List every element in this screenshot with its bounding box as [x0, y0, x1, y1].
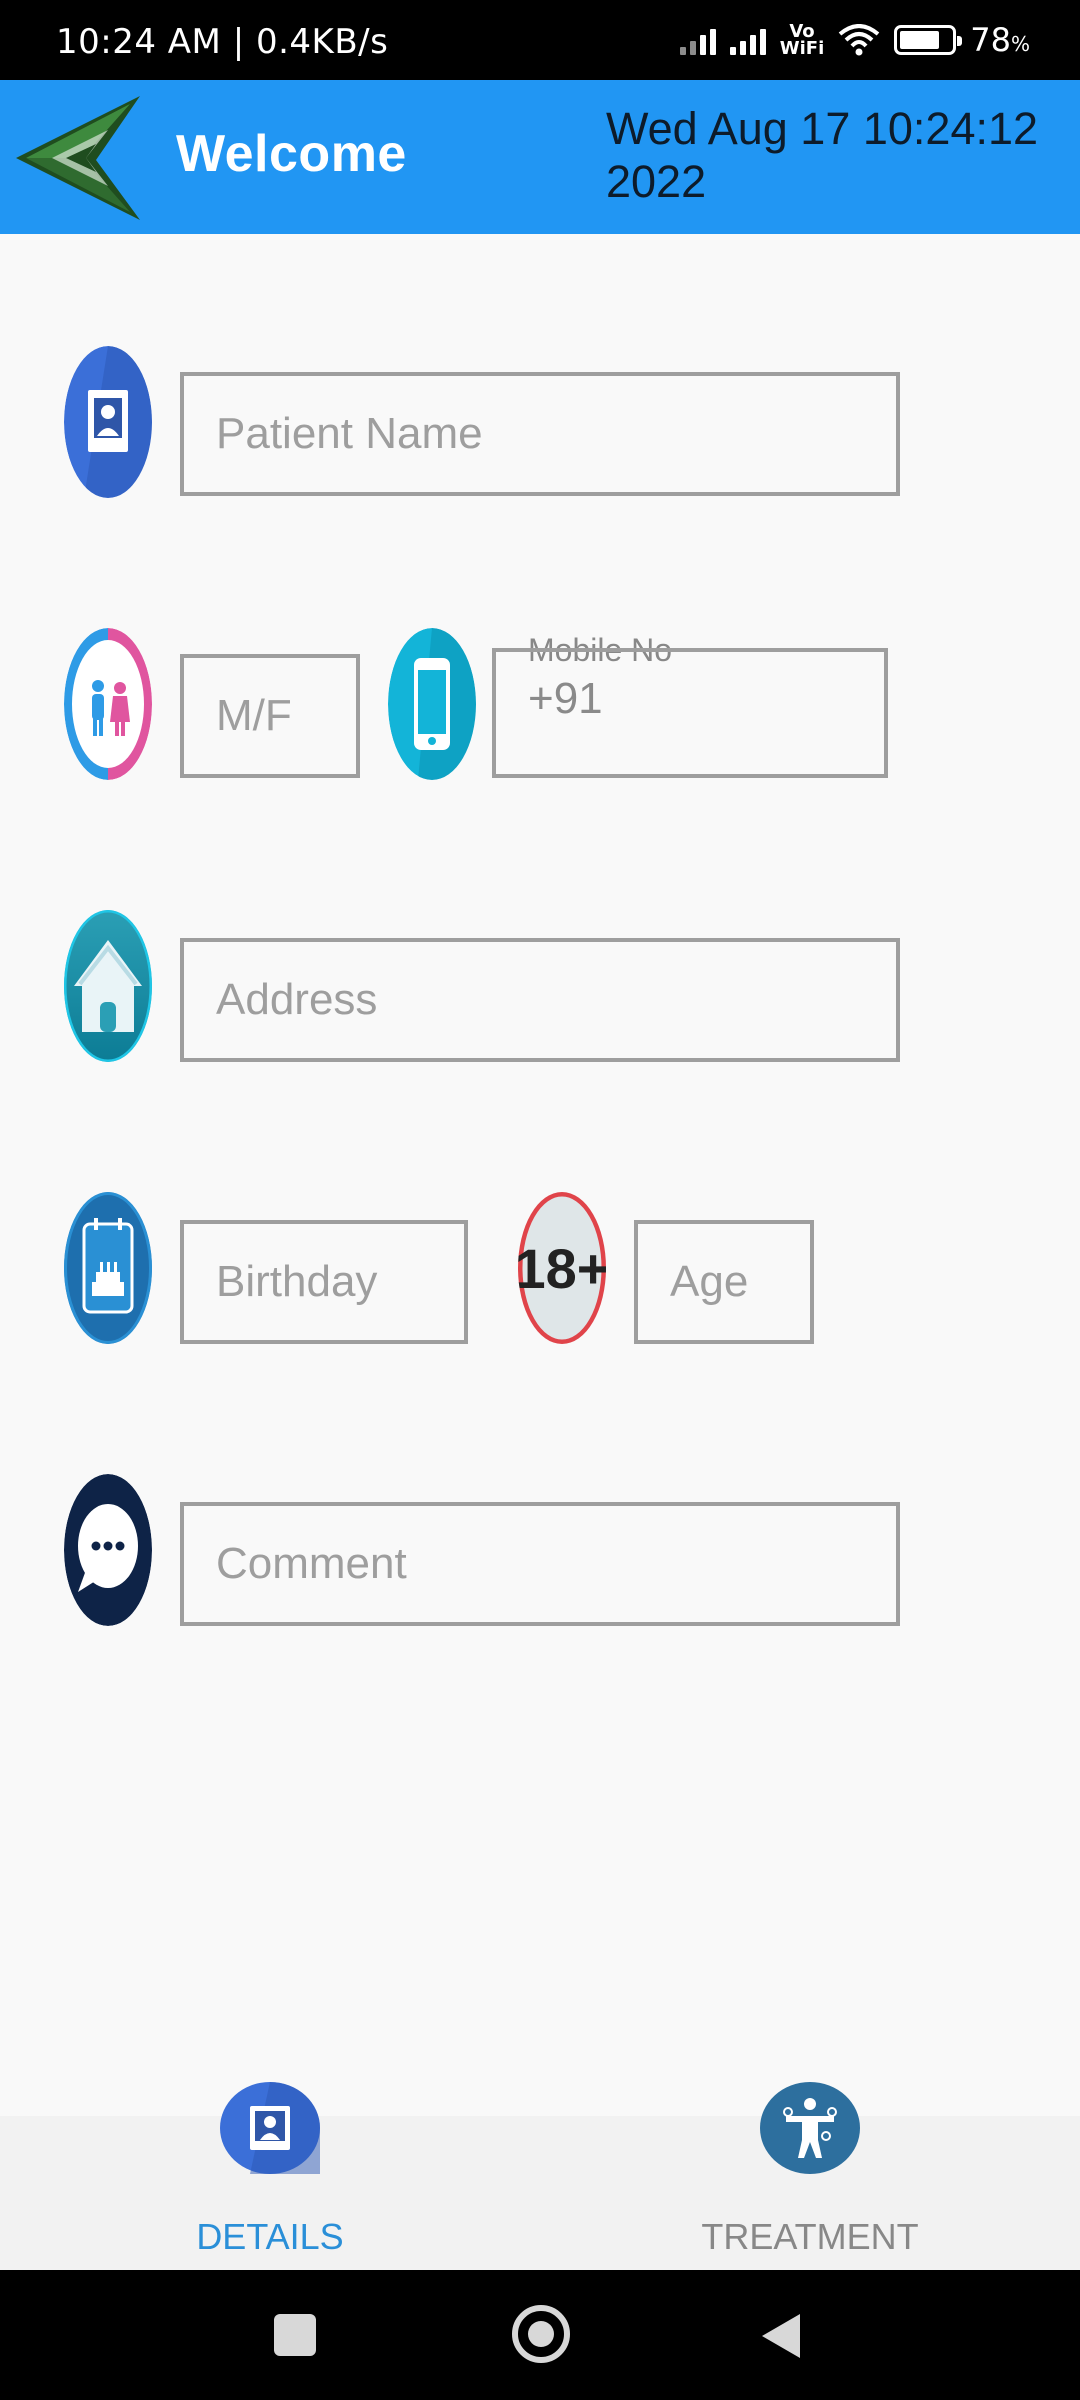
birthday-input[interactable]: Birthday	[180, 1220, 468, 1344]
address-input[interactable]: Address	[180, 938, 900, 1062]
home-circle-icon[interactable]	[512, 2305, 570, 2363]
signal-strength-icon	[679, 25, 716, 55]
vowifi-icon: Vo WiFi	[779, 23, 825, 59]
mobile-phone-icon	[388, 628, 476, 780]
signal-strength-2-icon	[729, 25, 766, 55]
home-icon	[64, 910, 152, 1062]
back-triangle-icon[interactable]	[760, 2312, 804, 2360]
gender-icon	[64, 628, 152, 780]
wifi-icon	[838, 24, 880, 56]
comment-chat-icon	[64, 1474, 152, 1626]
vowifi-bottom-text: WiFi	[779, 38, 825, 59]
tab-details[interactable]: DETAILS	[120, 2082, 420, 2270]
age-input[interactable]: Age	[634, 1220, 814, 1344]
system-navigation-bar	[0, 2270, 1080, 2400]
bottom-navigation: DETAILS TREATMENT	[0, 2082, 1080, 2270]
body-figure-icon	[760, 2082, 860, 2174]
battery-unit: %	[1010, 32, 1030, 56]
battery-fill	[900, 31, 940, 49]
app-bar: Welcome Wed Aug 17 10:24:12 2022	[0, 80, 1080, 234]
battery-percent: 78%	[970, 21, 1030, 59]
page-title: Welcome	[176, 125, 407, 183]
birthday-calendar-icon	[64, 1192, 152, 1344]
age-badge-text: 18+	[518, 1237, 606, 1300]
battery-icon	[894, 25, 963, 55]
patient-card-icon	[64, 346, 152, 498]
patient-name-input[interactable]: Patient Name	[180, 372, 900, 496]
recents-square-icon[interactable]	[274, 2314, 316, 2356]
status-time-speed: 10:24 AM | 0.4KB/s	[56, 22, 389, 62]
current-datetime: Wed Aug 17 10:24:12 2022	[606, 103, 1039, 207]
arrow-logo-icon	[16, 96, 140, 220]
age-18-plus-icon: 18+	[518, 1192, 606, 1344]
gender-input[interactable]: M/F	[180, 654, 360, 778]
battery-value: 78	[970, 21, 1011, 59]
tab-treatment-label: TREATMENT	[701, 2216, 919, 2257]
patient-card-icon	[220, 2082, 320, 2174]
tab-treatment[interactable]: TREATMENT	[660, 2082, 960, 2270]
mobile-input[interactable]: +91	[492, 648, 888, 778]
status-bar: 10:24 AM | 0.4KB/s Vo WiFi 78%	[0, 0, 1080, 80]
tab-details-label: DETAILS	[196, 2216, 344, 2257]
comment-input[interactable]: Comment	[180, 1502, 900, 1626]
status-icons: Vo WiFi 78%	[679, 20, 1030, 60]
